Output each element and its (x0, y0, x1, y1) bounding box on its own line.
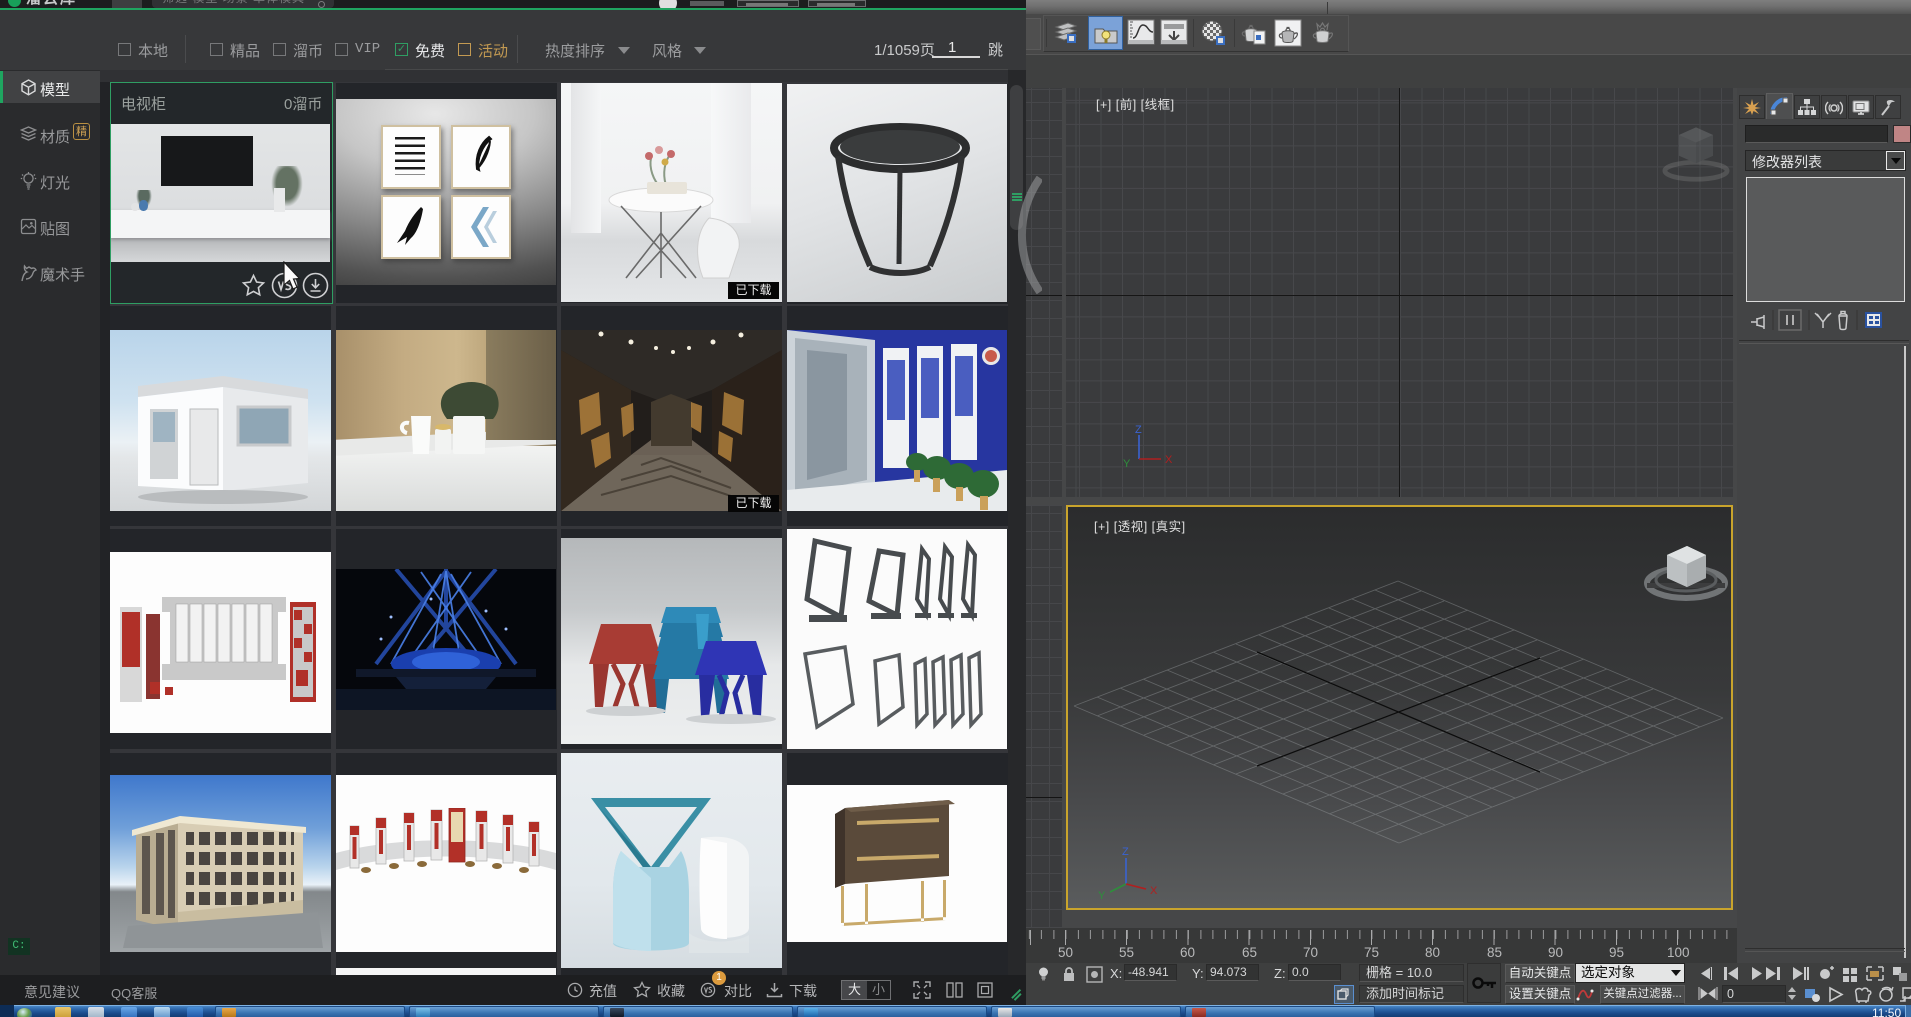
svg-text:X: X (1150, 885, 1158, 897)
svg-text:Y: Y (1123, 458, 1131, 470)
svg-text:X: X (1165, 454, 1173, 466)
svg-text:Y: Y (1098, 890, 1106, 902)
svg-text:Z: Z (1135, 424, 1142, 436)
svg-text:Z: Z (1122, 846, 1129, 858)
